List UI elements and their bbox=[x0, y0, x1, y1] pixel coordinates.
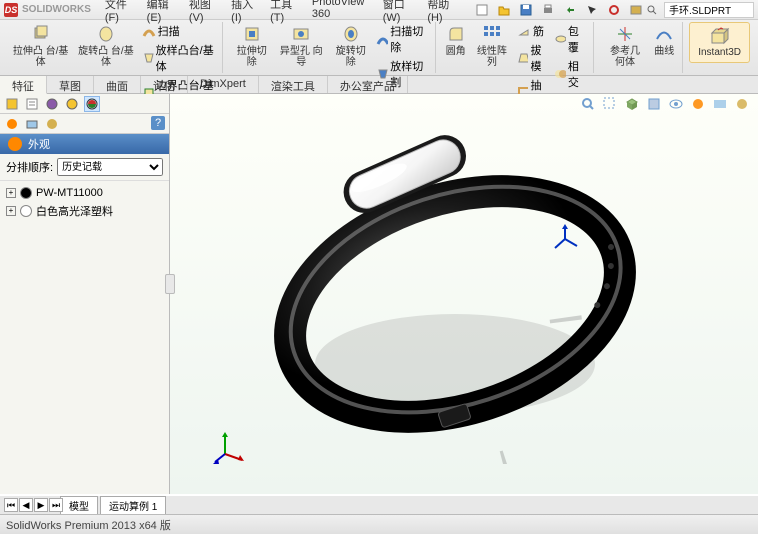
loft-button[interactable]: 放样凸台/基体 bbox=[139, 41, 219, 75]
motion-study-tab[interactable]: 运动算例 1 bbox=[100, 496, 166, 515]
sweep-cut-button[interactable]: 扫描切除 bbox=[373, 22, 430, 56]
status-bar: SolidWorks Premium 2013 x64 版 bbox=[0, 514, 758, 534]
model-render bbox=[230, 104, 680, 464]
rebuild-icon[interactable] bbox=[606, 2, 622, 18]
sidebar-title: 外观 bbox=[28, 136, 50, 152]
3d-viewport[interactable] bbox=[170, 94, 758, 494]
tree-item-label: 白色高光泽塑料 bbox=[36, 203, 113, 219]
tab-surfaces[interactable]: 曲面 bbox=[94, 76, 141, 93]
draft-button[interactable]: 拔模 bbox=[514, 41, 551, 75]
tree-item[interactable]: + PW-MT11000 bbox=[4, 185, 165, 201]
curves-button[interactable]: 曲线 bbox=[650, 22, 678, 70]
apply-scene-icon[interactable] bbox=[712, 96, 728, 112]
title-bar: DS SOLIDWORKS 文件(F) 编辑(E) 视图(V) 插入(I) 工具… bbox=[0, 0, 758, 20]
title-right bbox=[644, 2, 754, 18]
sidebar-tab-row-2: ? bbox=[0, 114, 169, 134]
tab-nav-buttons: ⏮ ◀ ▶ ⏭ bbox=[4, 498, 63, 512]
app-logo: DS SOLIDWORKS bbox=[4, 3, 91, 17]
model-tab[interactable]: 模型 bbox=[60, 496, 98, 515]
expand-icon[interactable]: + bbox=[6, 206, 16, 216]
tree-item-label: PW-MT11000 bbox=[36, 187, 103, 199]
ref-geometry-button[interactable]: 参考几 何体 bbox=[600, 22, 650, 70]
coordinate-triad-icon bbox=[210, 424, 250, 464]
sidebar-tab-row-1 bbox=[0, 94, 169, 114]
orientation-triad-icon[interactable] bbox=[550, 224, 580, 254]
open-icon[interactable] bbox=[496, 2, 512, 18]
new-icon[interactable] bbox=[474, 2, 490, 18]
ribbon-toolbar: 拉伸凸 台/基体 旋转凸 台/基体 扫描 放样凸台/基体 边界凸台/基体 拉伸切… bbox=[0, 20, 758, 76]
intersect-button[interactable]: 相交 bbox=[551, 57, 588, 91]
rib-button[interactable]: 筋 bbox=[514, 22, 551, 40]
undo-icon[interactable] bbox=[562, 2, 578, 18]
filename-search[interactable] bbox=[664, 2, 754, 18]
tab-evaluate[interactable]: 评估 bbox=[141, 76, 188, 93]
tab-office[interactable]: 办公室产品 bbox=[328, 76, 408, 93]
config-tab-icon[interactable] bbox=[44, 96, 60, 112]
tab-next-icon[interactable]: ▶ bbox=[34, 498, 48, 512]
select-icon[interactable] bbox=[584, 2, 600, 18]
options-icon[interactable] bbox=[628, 2, 644, 18]
expand-icon[interactable]: + bbox=[6, 188, 16, 198]
tab-sketch[interactable]: 草图 bbox=[47, 76, 94, 93]
appearance-icon bbox=[8, 137, 22, 151]
tab-dimxpert[interactable]: DimXpert bbox=[188, 76, 259, 93]
dimxpert-tab-icon[interactable] bbox=[64, 96, 80, 112]
print-icon[interactable] bbox=[540, 2, 556, 18]
help-icon[interactable]: ? bbox=[151, 116, 165, 130]
decal-tab-icon[interactable] bbox=[44, 116, 60, 132]
scene-tab-icon[interactable] bbox=[24, 116, 40, 132]
bottom-tab-bar: ⏮ ◀ ▶ ⏭ 模型 运动算例 1 bbox=[0, 496, 758, 514]
tab-last-icon[interactable]: ⏭ bbox=[49, 498, 63, 512]
view-settings-icon[interactable] bbox=[734, 96, 750, 112]
sort-label: 分排顺序: bbox=[6, 159, 53, 175]
panel-divider-handle[interactable] bbox=[165, 274, 175, 294]
search-icon[interactable] bbox=[644, 2, 660, 18]
feature-tree-tab-icon[interactable] bbox=[4, 96, 20, 112]
tab-prev-icon[interactable]: ◀ bbox=[19, 498, 33, 512]
material-swatch-icon bbox=[20, 205, 32, 217]
solidworks-icon: DS bbox=[4, 3, 18, 17]
sort-dropdown[interactable]: 历史记载 bbox=[57, 158, 163, 176]
tab-render[interactable]: 渲染工具 bbox=[259, 76, 328, 93]
property-tab-icon[interactable] bbox=[24, 96, 40, 112]
tab-first-icon[interactable]: ⏮ bbox=[4, 498, 18, 512]
app-name: SOLIDWORKS bbox=[22, 4, 91, 15]
tree-item[interactable]: + 白色高光泽塑料 bbox=[4, 201, 165, 221]
edit-appearance-icon[interactable] bbox=[690, 96, 706, 112]
appearance-tab-icon[interactable] bbox=[84, 96, 100, 112]
workspace: ? 外观 分排顺序: 历史记载 + PW-MT11000 + 白色高光泽塑料 bbox=[0, 94, 758, 494]
sweep-button[interactable]: 扫描 bbox=[139, 22, 219, 40]
render-tab-icon[interactable] bbox=[4, 116, 20, 132]
tab-features[interactable]: 特征 bbox=[0, 76, 47, 94]
sort-filter-row: 分排顺序: 历史记载 bbox=[0, 154, 169, 181]
material-swatch-icon bbox=[20, 187, 32, 199]
sidebar-header: 外观 bbox=[0, 134, 169, 154]
wrap-button[interactable]: 包覆 bbox=[551, 22, 588, 56]
command-tabs: 特征 草图 曲面 评估 DimXpert 渲染工具 办公室产品 bbox=[0, 76, 758, 94]
save-icon[interactable] bbox=[518, 2, 534, 18]
quick-access-toolbar bbox=[474, 2, 644, 18]
instant3d-button[interactable]: Instant3D bbox=[689, 22, 750, 63]
appearance-tree: + PW-MT11000 + 白色高光泽塑料 bbox=[0, 181, 169, 494]
status-text: SolidWorks Premium 2013 x64 版 bbox=[6, 517, 171, 533]
feature-manager-panel: ? 外观 分排顺序: 历史记载 + PW-MT11000 + 白色高光泽塑料 bbox=[0, 94, 170, 494]
